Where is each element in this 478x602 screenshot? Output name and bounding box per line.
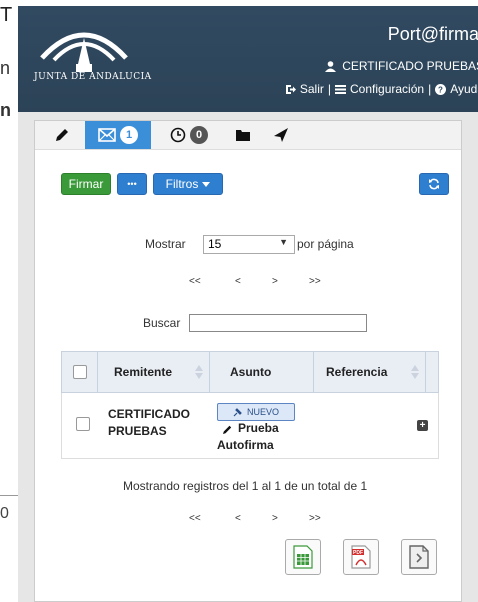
- row-asunto-line1: Prueba: [238, 421, 279, 435]
- export-spreadsheet-button[interactable]: [285, 539, 321, 575]
- more-actions-label: •••: [127, 179, 137, 189]
- tab-inbox[interactable]: 1: [85, 121, 151, 149]
- pencil-icon: [56, 129, 68, 141]
- sort-icon: [411, 365, 419, 379]
- select-arrow-icon: ▼: [279, 237, 288, 247]
- next-page-link[interactable]: >: [272, 276, 278, 287]
- prev-page-link[interactable]: <: [235, 276, 241, 287]
- header-asunto[interactable]: Asunto: [210, 352, 314, 392]
- header-links: Salir|Configuración|?Ayuda: [285, 82, 478, 96]
- refresh-button[interactable]: [419, 173, 449, 195]
- new-badge-label: NUEVO: [246, 407, 279, 417]
- pending-count-badge: 0: [190, 126, 208, 144]
- export-document-button[interactable]: [401, 539, 437, 575]
- tab-archive[interactable]: [229, 121, 257, 149]
- sort-icon: [195, 365, 203, 379]
- next-page-link-bottom[interactable]: >: [272, 513, 278, 524]
- header-remitente-label: Remitente: [114, 365, 173, 379]
- caret-down-icon: [202, 181, 211, 187]
- config-link[interactable]: Configuración: [335, 82, 424, 96]
- prev-page-link-bottom[interactable]: <: [235, 513, 241, 524]
- row-remitente-line2: PRUEBAS: [108, 424, 167, 438]
- new-status-badge: NUEVO: [217, 403, 295, 421]
- config-label: Configuración: [350, 82, 425, 96]
- row-asunto-line2: Autofirma: [217, 438, 274, 452]
- header-remitente[interactable]: Remitente: [98, 352, 210, 392]
- background-text-fragment: n: [0, 58, 11, 78]
- show-label: Mostrar: [145, 237, 186, 251]
- pencil-icon: [223, 425, 232, 434]
- app-brand-title: Port@firmas: [387, 24, 478, 44]
- app-header: JUNTA DE ANDALUCIA Port@firmas CERTIFICA…: [18, 6, 478, 112]
- first-page-link-bottom[interactable]: <<: [189, 513, 201, 524]
- send-icon: [274, 128, 288, 142]
- separator: |: [327, 82, 332, 96]
- help-link[interactable]: ? Ayuda: [435, 82, 478, 96]
- logout-label: Salir: [299, 82, 324, 96]
- folder-icon: [236, 130, 250, 141]
- first-page-link[interactable]: <<: [189, 276, 201, 287]
- select-all-checkbox[interactable]: [72, 365, 87, 379]
- pin-icon: [233, 408, 242, 417]
- filters-label: Filtros: [165, 177, 199, 191]
- tab-sent[interactable]: [267, 121, 295, 149]
- background-text-fragment: 0: [0, 505, 9, 522]
- header-referencia-label: Referencia: [326, 365, 388, 379]
- last-page-link[interactable]: >>: [309, 276, 321, 287]
- last-page-link-bottom[interactable]: >>: [309, 513, 321, 524]
- portafirmas-window: JUNTA DE ANDALUCIA Port@firmas CERTIFICA…: [18, 6, 478, 602]
- user-info: CERTIFICADO PRUEBAS: [325, 59, 478, 73]
- more-actions-button[interactable]: •••: [117, 173, 147, 195]
- tab-pending[interactable]: 0: [161, 121, 217, 149]
- page-size-select[interactable]: 15 ▼: [203, 235, 295, 254]
- help-label: Ayuda: [450, 82, 478, 96]
- tab-bar: 1 0: [35, 121, 461, 150]
- inbox-count-badge: 1: [120, 126, 138, 144]
- user-name: CERTIFICADO PRUEBAS: [342, 59, 478, 73]
- select-all-cell: [62, 352, 98, 392]
- filters-dropdown-button[interactable]: Filtros: [153, 173, 223, 195]
- records-summary: Mostrando registros del 1 al 1 de un tot…: [123, 479, 368, 493]
- main-panel: 1 0 Firmar ••• Filtros Mostrar 15 ▼ por …: [34, 120, 462, 602]
- document-icon: [409, 545, 429, 569]
- table-row[interactable]: CERTIFICADO PRUEBAS NUEVO Prueba Autofir…: [61, 393, 439, 459]
- logout-icon: [285, 85, 296, 94]
- clock-icon: [170, 127, 186, 143]
- export-pdf-button[interactable]: PDF: [343, 539, 379, 575]
- header-referencia[interactable]: Referencia: [314, 352, 426, 392]
- background-text-fragment: n: [0, 100, 11, 120]
- separator: |: [428, 82, 432, 96]
- envelope-icon: [98, 128, 116, 142]
- tab-draft[interactable]: [47, 121, 77, 149]
- settings-icon: [335, 85, 347, 94]
- svg-text:PDF: PDF: [353, 550, 363, 556]
- header-asunto-label: Asunto: [230, 365, 272, 379]
- row-remitente-line1: CERTIFICADO: [108, 407, 190, 421]
- sign-button-label: Firmar: [68, 177, 104, 191]
- search-label: Buscar: [143, 316, 181, 330]
- logout-link[interactable]: Salir: [285, 82, 324, 96]
- per-page-label: por página: [297, 237, 354, 251]
- logo-text: JUNTA DE ANDALUCIA: [34, 72, 152, 82]
- background-text-fragment: T: [0, 4, 13, 26]
- pdf-icon: PDF: [351, 545, 371, 569]
- help-icon: ?: [435, 84, 447, 95]
- row-checkbox[interactable]: [76, 417, 90, 431]
- user-icon: [325, 61, 337, 72]
- page-size-value: 15: [208, 237, 222, 251]
- expand-row-icon[interactable]: +: [417, 420, 428, 431]
- refresh-icon: [429, 178, 439, 190]
- sign-button[interactable]: Firmar: [61, 173, 111, 195]
- svg-text:?: ?: [438, 86, 443, 95]
- search-input[interactable]: [189, 314, 367, 332]
- spreadsheet-icon: [293, 545, 313, 569]
- table-header: Remitente Asunto Referencia: [61, 351, 439, 393]
